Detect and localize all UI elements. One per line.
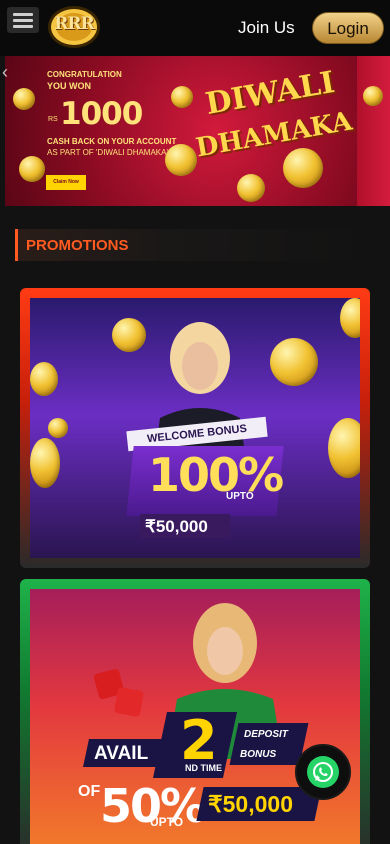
hamburger-icon[interactable] xyxy=(7,7,39,33)
whatsapp-icon xyxy=(307,756,339,788)
bonus-amount: ₹50,000 xyxy=(208,791,293,817)
deposit-text: DEPOSIT xyxy=(244,729,288,740)
page: RRR Join Us Login CONGRATULATION YOU WON… xyxy=(0,0,390,844)
banner-amount: 1000 xyxy=(60,96,143,132)
top-header: RRR Join Us Login xyxy=(0,0,390,56)
promo-image: WELCOME BONUS 100% UPTO ₹50,000 xyxy=(30,298,360,558)
login-button[interactable]: Login xyxy=(312,12,384,44)
bonus-amount: ₹50,000 xyxy=(145,517,208,536)
whatsapp-button[interactable] xyxy=(295,744,351,800)
banner-you-won: YOU WON xyxy=(47,81,91,91)
section-title: PROMOTIONS xyxy=(26,237,129,254)
bonus-upto: UPTO xyxy=(226,491,254,502)
section-header: PROMOTIONS xyxy=(15,229,375,261)
claim-now-button[interactable]: Claim Now xyxy=(46,175,86,190)
promo-image: AVAIL 2 ND TIME DEPOSIT BONUS OF 50% UPT… xyxy=(30,589,360,844)
join-us-link[interactable]: Join Us xyxy=(238,18,295,38)
banner-currency: RS xyxy=(48,116,58,123)
logo-text: RRR xyxy=(54,14,94,34)
promo-banner-slide[interactable]: CONGRATULATION YOU WON RS 1000 CASH BACK… xyxy=(5,56,357,206)
next-slide-peek[interactable] xyxy=(357,56,390,206)
promo-card-second-deposit[interactable]: AVAIL 2 ND TIME DEPOSIT BONUS OF 50% UPT… xyxy=(20,579,370,844)
banner-part-of-text: AS PART OF 'DIWALI DHAMAKA' xyxy=(47,148,169,157)
promo-card-welcome-bonus[interactable]: WELCOME BONUS 100% UPTO ₹50,000 xyxy=(20,288,370,568)
banner-cashback-text: CASH BACK ON YOUR ACCOUNT xyxy=(47,137,177,146)
site-logo[interactable]: RRR xyxy=(46,4,102,50)
avail-text: AVAIL xyxy=(94,743,149,764)
bonus-percent: 100% xyxy=(148,448,284,502)
chevron-left-icon[interactable]: ‹ xyxy=(2,62,8,83)
banner-congrats: CONGRATULATION xyxy=(47,70,122,79)
of-text: OF xyxy=(78,783,101,800)
dice-illustration xyxy=(93,668,144,717)
bonus-text: BONUS xyxy=(240,749,277,760)
bonus-upto: UPTO xyxy=(150,815,184,829)
nd-time-text: ND TIME xyxy=(185,763,222,773)
